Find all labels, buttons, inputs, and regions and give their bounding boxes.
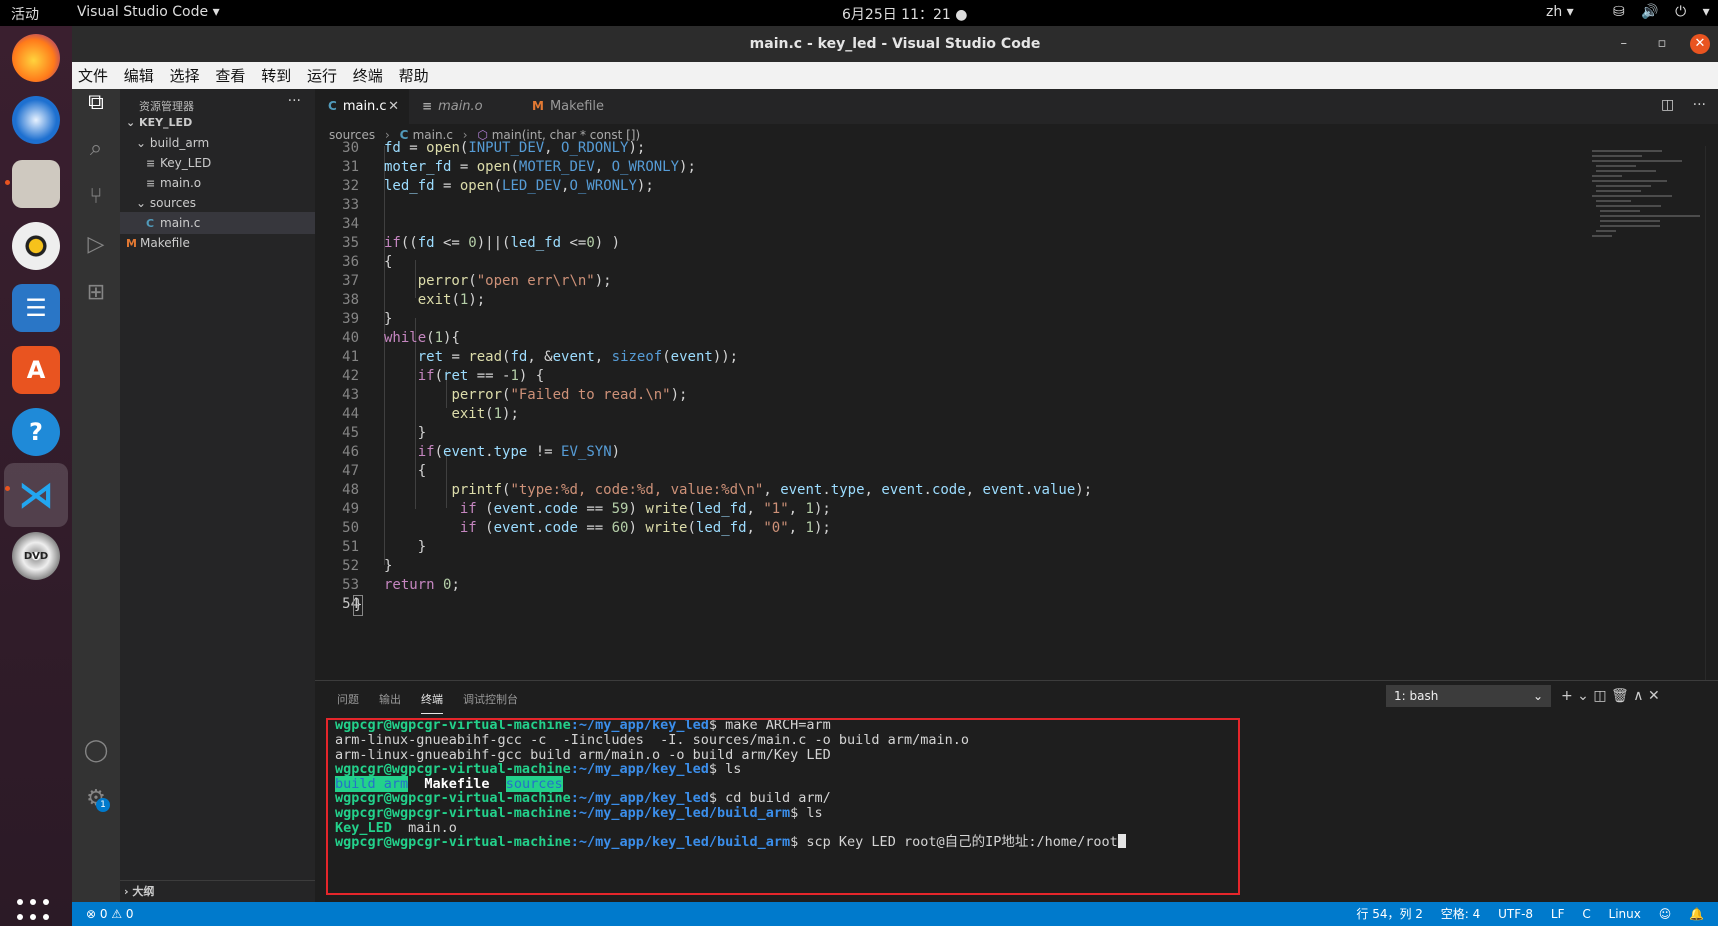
folder-sources[interactable]: ⌄ sources <box>120 192 315 214</box>
vscode-icon[interactable]: ⋊ <box>4 463 68 527</box>
tab-makefile[interactable]: M Makefile <box>519 89 629 124</box>
file-makefile[interactable]: M Makefile <box>120 232 315 254</box>
tab-terminal[interactable]: 终端 <box>421 691 443 714</box>
outline-section[interactable]: › 大纲 <box>120 880 315 902</box>
menu-bar: 文件 编辑 选择 查看 转到 运行 终端 帮助 <box>72 62 1718 89</box>
status-bar: ⊗ 0 ⚠ 0 行 54，列 2 空格: 4 UTF-8 LF C Linux … <box>72 902 1718 926</box>
close-tab-icon[interactable]: ✕ <box>388 89 399 124</box>
menu-view[interactable]: 查看 <box>215 65 245 86</box>
close-window-button[interactable]: ✕ <box>1690 34 1710 54</box>
menu-help[interactable]: 帮助 <box>399 65 429 86</box>
minimize-button[interactable]: – <box>1614 36 1634 51</box>
activity-bar: ⧉ ⌕ ⑂ ▷ ⊞ ◯ ⚙ 1 <box>72 89 120 902</box>
minimap[interactable] <box>1590 146 1705 256</box>
menu-go[interactable]: 转到 <box>261 65 291 86</box>
show-applications-icon[interactable] <box>17 899 55 926</box>
maximize-button[interactable]: ▫ <box>1652 36 1672 51</box>
terminal-cursor <box>1117 834 1126 848</box>
firefox-icon[interactable] <box>12 34 60 82</box>
notifications-icon[interactable]: 🔔 <box>1689 907 1704 921</box>
tab-problems[interactable]: 问题 <box>337 691 359 707</box>
panel-actions[interactable]: + ⌄ ◫ 🗑 ∧ ✕ <box>1561 688 1660 704</box>
end-of-line[interactable]: LF <box>1551 907 1565 921</box>
extensions-icon[interactable]: ⊞ <box>82 279 110 307</box>
tab-main-c[interactable]: Cmain.c ✕ <box>315 89 409 124</box>
cursor-position[interactable]: 行 54，列 2 <box>1356 907 1423 921</box>
status-right: 行 54，列 2 空格: 4 UTF-8 LF C Linux ☺ 🔔 <box>1342 902 1704 926</box>
account-icon[interactable]: ◯ <box>82 737 110 765</box>
menu-file[interactable]: 文件 <box>78 65 108 86</box>
chevron-down-icon: ⌄ <box>136 196 150 210</box>
problems-status[interactable]: ⊗ 0 ⚠ 0 <box>86 902 134 926</box>
editor-tabs: Cmain.c ✕ ≡ main.o M Makefile ◫ ··· <box>315 89 1718 124</box>
file-key-led[interactable]: ≡ Key_LED <box>120 152 315 174</box>
file-main-c[interactable]: Cmain.c <box>120 212 315 234</box>
source-control-icon[interactable]: ⑂ <box>82 183 110 211</box>
help-icon[interactable]: ? <box>12 408 60 456</box>
workspace-root[interactable]: ⌄ KEY_LED <box>120 112 315 134</box>
c-file-icon: C <box>328 99 337 113</box>
terminal-selector[interactable]: 1: bash ⌄ <box>1386 685 1551 707</box>
terminal-line: wgpcgr@wgpcgr-virtual-machine:~/my_app/k… <box>335 717 831 733</box>
terminal-line: arm-linux-gnueabihf-gcc -c -Iincludes -I… <box>335 732 969 748</box>
terminal-line: wgpcgr@wgpcgr-virtual-machine:~/my_app/k… <box>335 761 742 777</box>
thunderbird-icon[interactable] <box>12 96 60 144</box>
files-icon[interactable] <box>12 160 60 208</box>
system-tray[interactable]: ⛁ 🔊 ⏻ ▾ <box>1613 4 1716 20</box>
language-mode[interactable]: C <box>1582 907 1590 921</box>
file-text-icon: ≡ <box>422 99 433 113</box>
encoding[interactable]: UTF-8 <box>1498 907 1533 921</box>
terminal-output[interactable]: wgpcgr@wgpcgr-virtual-machine:~/my_app/k… <box>325 717 1705 897</box>
menu-edit[interactable]: 编辑 <box>124 65 154 86</box>
system-top-bar: 活动 Visual Studio Code ▾ 6月25日 11：21 ● zh… <box>0 0 1718 26</box>
editor-scrollbar[interactable] <box>1705 146 1718 680</box>
window-controls: – ▫ ✕ <box>1600 34 1710 54</box>
file-main-o[interactable]: ≡ main.o <box>120 172 315 194</box>
folder-build-arm[interactable]: ⌄ build_arm <box>120 132 315 154</box>
menu-run[interactable]: 运行 <box>307 65 337 86</box>
run-debug-icon[interactable]: ▷ <box>82 231 110 259</box>
tab-debug-console[interactable]: 调试控制台 <box>463 691 518 707</box>
menu-terminal[interactable]: 终端 <box>353 65 383 86</box>
more-actions-icon[interactable]: ··· <box>1693 97 1706 113</box>
vscode-logo-icon: ⋊ <box>18 474 54 516</box>
writer-icon[interactable]: ☰ <box>12 284 60 332</box>
terminal-line: wgpcgr@wgpcgr-virtual-machine:~/my_app/k… <box>335 805 823 821</box>
running-indicator <box>5 486 10 491</box>
window-titlebar: main.c - key_led - Visual Studio Code – … <box>72 26 1718 62</box>
makefile-icon: M <box>126 237 137 250</box>
dvd-icon[interactable]: DVD <box>12 532 60 580</box>
search-icon[interactable]: ⌕ <box>82 135 110 163</box>
running-indicator <box>5 180 10 185</box>
tab-main-o[interactable]: ≡ main.o <box>409 89 519 124</box>
menu-selection[interactable]: 选择 <box>170 65 200 86</box>
explorer-more-actions-icon[interactable]: ··· <box>288 93 301 109</box>
app-menu[interactable]: Visual Studio Code ▾ <box>77 4 220 20</box>
explorer-icon[interactable]: ⧉ <box>82 89 110 117</box>
rhythmbox-icon[interactable] <box>12 222 60 270</box>
terminal-line: wgpcgr@wgpcgr-virtual-machine:~/my_app/k… <box>335 834 1126 850</box>
software-center-icon[interactable]: A <box>12 346 60 394</box>
clock[interactable]: 6月25日 11：21 ● <box>842 4 967 24</box>
os-mode[interactable]: Linux <box>1609 907 1641 921</box>
tab-output[interactable]: 输出 <box>379 691 401 707</box>
activities-button[interactable]: 活动 <box>11 4 39 24</box>
split-editor-icon[interactable]: ◫ <box>1661 97 1674 113</box>
input-language-menu[interactable]: zh ▾ <box>1546 4 1574 20</box>
chevron-down-icon: ⌄ <box>1532 689 1543 703</box>
chevron-down-icon: ⌄ <box>126 116 140 129</box>
terminal-line: wgpcgr@wgpcgr-virtual-machine:~/my_app/k… <box>335 790 831 806</box>
window-title: main.c - key_led - Visual Studio Code <box>749 36 1041 52</box>
update-badge: 1 <box>96 798 110 812</box>
makefile-icon: M <box>532 99 544 113</box>
bottom-panel: 问题 输出 终端 调试控制台 1: bash ⌄ + ⌄ ◫ 🗑 ∧ ✕ wgp… <box>315 680 1718 902</box>
editor-actions: ◫ ··· <box>1647 97 1706 113</box>
chevron-down-icon: ⌄ <box>136 136 150 150</box>
explorer-sidebar: 资源管理器 ··· ⌄ KEY_LED ⌄ build_arm ≡ Key_LED… <box>120 89 315 902</box>
indentation[interactable]: 空格: 4 <box>1441 907 1481 921</box>
code-editor[interactable]: 30 fd = open(INPUT_DEV, O_RDONLY); 31 mote… <box>315 140 1589 680</box>
dock: ☰ A ? ⋊ DVD <box>0 26 72 926</box>
feedback-icon[interactable]: ☺ <box>1659 907 1672 921</box>
